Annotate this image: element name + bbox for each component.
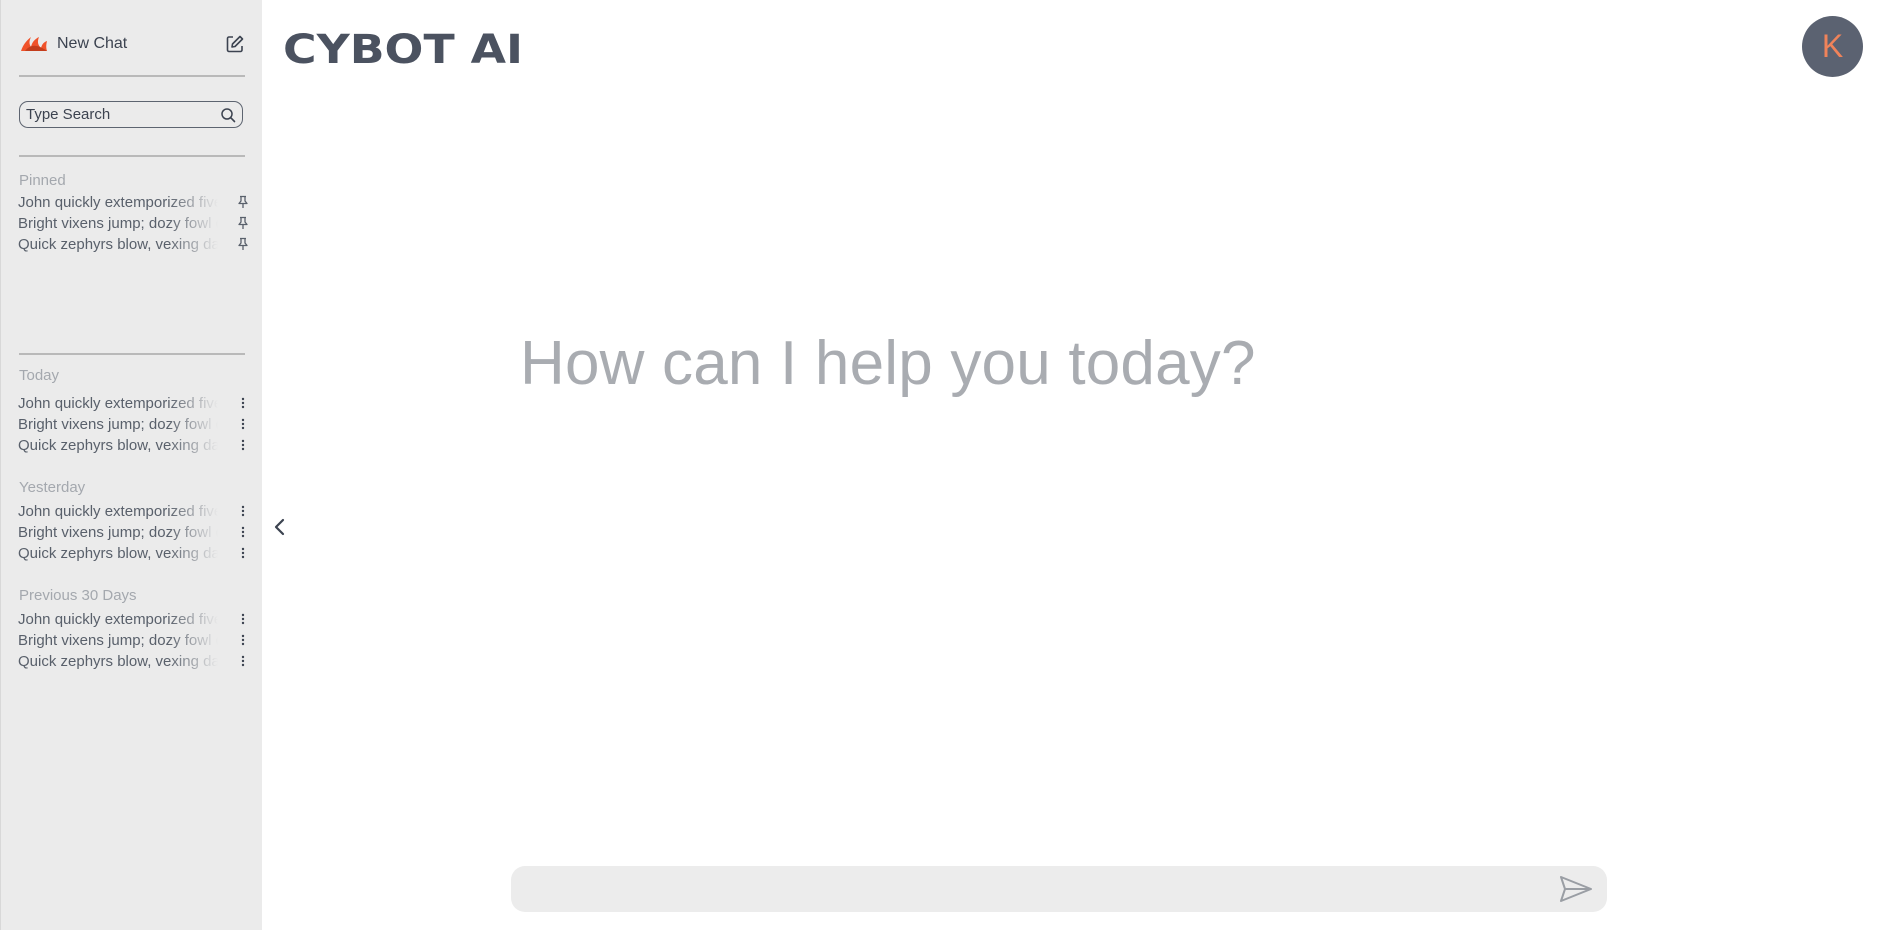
chat-title: Bright vixens jump; dozy fowl quack	[18, 415, 218, 433]
chat-item[interactable]: Bright vixens jump; dozy fowl quack	[18, 414, 255, 434]
more-vertical-icon[interactable]	[237, 546, 249, 560]
new-chat-row[interactable]: New Chat	[19, 32, 245, 56]
logo-text: CYBOT AI	[283, 30, 523, 66]
welcome-headline: How can I help you today?	[520, 329, 1256, 398]
pin-icon[interactable]	[237, 237, 249, 251]
more-vertical-icon[interactable]	[237, 396, 249, 410]
section-label-pinned: Pinned	[19, 172, 66, 189]
chat-title: Quick zephyrs blow, vexing daft Jim	[18, 436, 218, 454]
message-composer[interactable]	[511, 866, 1607, 912]
more-vertical-icon[interactable]	[237, 504, 249, 518]
chat-item[interactable]: Bright vixens jump; dozy fowl quack	[18, 630, 255, 650]
chat-title: Quick zephyrs blow, vexing daft Jim	[18, 652, 218, 670]
send-icon[interactable]	[1559, 874, 1593, 904]
chat-item[interactable]: Quick zephyrs blow, vexing daft Jim	[18, 651, 255, 671]
more-vertical-icon[interactable]	[237, 612, 249, 626]
section-label-today: Today	[19, 367, 60, 384]
chat-item[interactable]: John quickly extemporized five tow bags	[18, 609, 255, 629]
chat-item[interactable]: Quick zephyrs blow, vexing daft Jim	[18, 435, 255, 455]
chat-item[interactable]: Quick zephyrs blow, vexing daft Jim	[18, 543, 255, 563]
flame-logo-icon	[21, 37, 47, 51]
sidebar-divider	[19, 75, 245, 77]
new-chat-label[interactable]: New Chat	[57, 35, 127, 53]
pin-icon[interactable]	[237, 216, 249, 230]
chat-title: John quickly extemporized five tow bags	[18, 193, 218, 211]
chat-title: John quickly extemporized five tow bags	[18, 610, 218, 628]
chat-item[interactable]: John quickly extemporized five tow bags	[18, 393, 255, 413]
search-input[interactable]	[26, 104, 216, 125]
cybot-ai-logo: CYBOT AI	[283, 30, 523, 66]
search-box[interactable]	[19, 101, 243, 128]
pin-icon[interactable]	[237, 195, 249, 209]
more-vertical-icon[interactable]	[237, 525, 249, 539]
chat-title: Quick zephyrs blow, vexing daft Jim	[18, 544, 218, 562]
search-icon[interactable]	[220, 107, 236, 123]
avatar-initial: K	[1821, 28, 1844, 64]
more-vertical-icon[interactable]	[237, 654, 249, 668]
message-input[interactable]	[529, 876, 1529, 902]
chat-title: John quickly extemporized five tow bags	[18, 502, 218, 520]
chevron-left-icon[interactable]	[270, 515, 290, 539]
more-vertical-icon[interactable]	[237, 417, 249, 431]
chat-item[interactable]: John quickly extemporized five tow bags	[18, 501, 255, 521]
sidebar: New Chat Pinned John quickly extemporize…	[0, 0, 262, 930]
section-label-previous-30-days: Previous 30 Days	[19, 587, 137, 604]
sidebar-divider	[19, 353, 245, 355]
chat-title: Bright vixens jump; dozy fowl quack	[18, 631, 218, 649]
chat-item[interactable]: Bright vixens jump; dozy fowl quack	[18, 522, 255, 542]
edit-icon[interactable]	[225, 34, 245, 54]
pinned-chat-item[interactable]: John quickly extemporized five tow bags	[18, 192, 255, 212]
user-avatar[interactable]: K	[1802, 16, 1863, 77]
sidebar-divider	[19, 155, 245, 157]
more-vertical-icon[interactable]	[237, 633, 249, 647]
section-label-yesterday: Yesterday	[19, 479, 86, 496]
pinned-chat-item[interactable]: Bright vixens jump; dozy fowl quack	[18, 213, 255, 233]
chat-title: Quick zephyrs blow, vexing daft Jim	[18, 235, 218, 253]
chat-title: Bright vixens jump; dozy fowl quack	[18, 214, 218, 232]
pinned-chat-item[interactable]: Quick zephyrs blow, vexing daft Jim	[18, 234, 255, 254]
chat-title: Bright vixens jump; dozy fowl quack	[18, 523, 218, 541]
more-vertical-icon[interactable]	[237, 438, 249, 452]
chat-title: John quickly extemporized five tow bags	[18, 394, 218, 412]
